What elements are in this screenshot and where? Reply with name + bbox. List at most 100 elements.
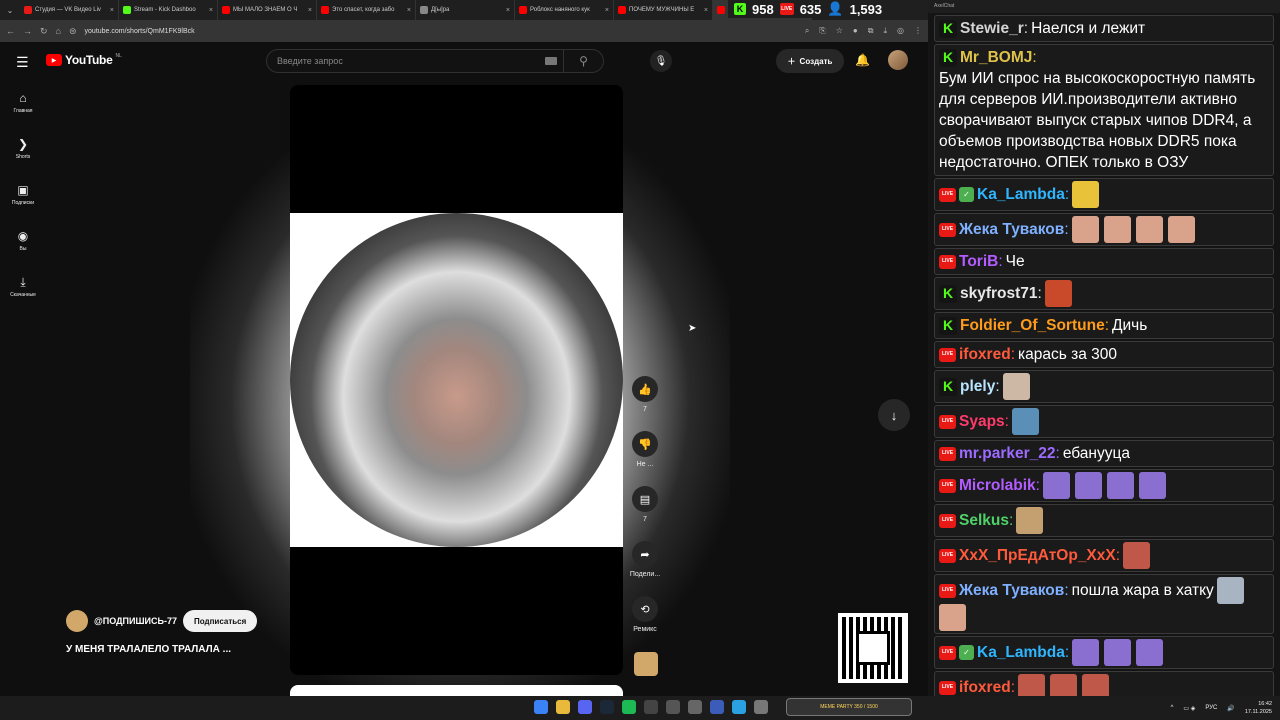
steam-icon[interactable] xyxy=(600,700,614,714)
close-icon[interactable]: × xyxy=(110,7,114,14)
chat-emote xyxy=(1071,216,1099,243)
cast-icon[interactable]: ⎘ xyxy=(819,26,825,36)
chat-username[interactable]: mr.parker_22 xyxy=(959,443,1056,464)
next-video-arrow-icon[interactable]: ↓ xyxy=(878,399,910,431)
share-button[interactable]: ➦ Подели... xyxy=(630,541,660,578)
create-button[interactable]: ＋ Создать xyxy=(776,49,844,73)
app-icon[interactable] xyxy=(710,700,724,714)
close-icon[interactable]: × xyxy=(704,7,708,14)
close-icon[interactable]: × xyxy=(209,7,213,14)
telegram-icon[interactable] xyxy=(732,700,746,714)
sidebar-item[interactable]: ◉ Вы xyxy=(0,218,46,264)
sidebar-item[interactable]: ❯ Shorts xyxy=(0,126,46,172)
close-icon[interactable]: × xyxy=(605,7,609,14)
app-icon[interactable] xyxy=(666,700,680,714)
close-icon[interactable]: × xyxy=(407,7,411,14)
sidebar-item[interactable]: ⤓ Скачанные xyxy=(0,264,46,310)
share-label: Подели... xyxy=(629,571,661,578)
subscriptions-icon: ▣ xyxy=(17,183,29,197)
tray-icons[interactable]: ▭ ◈ xyxy=(1183,705,1195,712)
bell-icon[interactable]: 🔔 xyxy=(855,53,870,67)
chat-text: карась за 300 xyxy=(1018,346,1118,363)
browser-tab[interactable]: Stream - Kick Dashboo × xyxy=(119,0,218,20)
chat-separator: : xyxy=(1064,221,1069,238)
chat-username[interactable]: Syaps xyxy=(959,411,1005,432)
sidebar-item[interactable]: ⌂ Главная xyxy=(0,80,46,126)
zoom-icon[interactable]: ⌕ xyxy=(805,26,809,36)
browser-tab[interactable]: Д[ы]ра × xyxy=(416,0,515,20)
comments-button[interactable]: ▤ 7 xyxy=(630,486,660,523)
chat-username[interactable]: ifoxred xyxy=(959,344,1011,365)
app-icon[interactable] xyxy=(688,700,702,714)
menu-icon[interactable]: ☰ xyxy=(16,54,29,71)
browser-tab[interactable]: МЫ МАЛО ЗНАЕМ О Ч × xyxy=(218,0,317,20)
download-icon[interactable]: ⤓ xyxy=(883,26,887,36)
chat-username[interactable]: Жека Туваков xyxy=(959,580,1064,601)
sidebar-item-label: Shorts xyxy=(15,154,31,160)
search-input[interactable]: Введите запрос ⚲ xyxy=(266,49,604,73)
keyboard-icon[interactable] xyxy=(545,57,557,65)
chat-username[interactable]: Жека Туваков xyxy=(959,219,1064,240)
dislike-button[interactable]: 👎 Не ... xyxy=(630,431,660,468)
avatar[interactable] xyxy=(888,50,908,70)
youtube-page: ☰ ▶ YouTube NL Введите запрос ⚲ 🎙 ＋ Созд… xyxy=(0,42,928,702)
tab-search-icon[interactable]: ⌄ xyxy=(0,0,20,20)
youtube-logo[interactable]: ▶ YouTube NL xyxy=(46,53,122,67)
spotify-icon[interactable] xyxy=(622,700,636,714)
chat-username[interactable]: Microlabik xyxy=(959,475,1036,496)
start-icon[interactable] xyxy=(534,700,548,714)
extension-icon[interactable]: ● xyxy=(853,26,858,36)
sound-avatar[interactable] xyxy=(634,652,658,676)
language-indicator[interactable]: РУС xyxy=(1205,705,1217,711)
app-icon[interactable] xyxy=(754,700,768,714)
close-icon[interactable]: × xyxy=(308,7,312,14)
browser-tab[interactable]: Роблокс наняного кук × xyxy=(515,0,614,20)
home-icon[interactable]: ⌂ xyxy=(56,26,61,36)
search-icon[interactable]: ⚲ xyxy=(563,49,603,73)
menu-icon[interactable]: ⋮ xyxy=(914,26,922,36)
chat-username[interactable]: XxX_ПрЕдАтОр_XxX xyxy=(959,545,1116,566)
remix-button[interactable]: ⟲ Ремикс xyxy=(630,596,660,633)
clock[interactable]: 16:42 17.11.2025 xyxy=(1245,700,1272,716)
chat-username[interactable]: Mr_BOMJ xyxy=(960,47,1032,68)
create-label: Создать xyxy=(799,56,833,66)
puzzle-icon[interactable]: ⧉ xyxy=(868,26,874,36)
profile-icon[interactable]: ◎ xyxy=(897,26,904,36)
chat-text: пошла жара в хатку xyxy=(1071,582,1214,599)
chevron-up-icon[interactable]: ^ xyxy=(1171,705,1174,711)
chat-emote xyxy=(1074,472,1102,499)
shorts-video-player[interactable] xyxy=(290,85,623,675)
microphone-icon[interactable]: 🎙 xyxy=(650,50,672,72)
browser-tab[interactable]: Студия — VK Видео Liv × xyxy=(20,0,119,20)
chat-username[interactable]: Foldier_Of_Sortune xyxy=(960,315,1105,336)
bookmark-icon[interactable]: ☆ xyxy=(836,26,843,36)
chat-username[interactable]: Ka_Lambda xyxy=(977,642,1065,663)
sidebar-item[interactable]: ▣ Подписки xyxy=(0,172,46,218)
forward-icon[interactable]: → xyxy=(23,26,32,36)
reload-icon[interactable]: ↻ xyxy=(40,26,48,37)
close-icon[interactable]: × xyxy=(506,7,510,14)
volume-icon[interactable]: 🔊 xyxy=(1227,705,1234,712)
chat-username[interactable]: Selkus xyxy=(959,510,1009,531)
chat-username[interactable]: ifoxred xyxy=(959,677,1011,698)
chat-window-title: AxelChat xyxy=(928,0,1280,13)
chat-username[interactable]: skyfrost71 xyxy=(960,283,1038,304)
obs-icon[interactable] xyxy=(644,700,658,714)
like-button[interactable]: 👍 7 xyxy=(630,376,660,413)
chat-username[interactable]: Ka_Lambda xyxy=(977,184,1065,205)
chat-username[interactable]: ToriB xyxy=(959,251,998,272)
chat-username[interactable]: Stewie_r xyxy=(960,18,1024,39)
discord-icon[interactable] xyxy=(578,700,592,714)
video-title[interactable]: У МЕНЯ ТРАЛАЛЕЛО ТРАЛАЛА ... xyxy=(66,644,231,655)
chrome-icon[interactable] xyxy=(556,700,570,714)
chat-message: K Mr_BOMJ: Бум ИИ спрос на высокоскоростну… xyxy=(934,44,1274,176)
url-field[interactable]: youtube.com/shorts/QmM1FK9lBck xyxy=(85,28,797,35)
subscribe-button[interactable]: Подписаться xyxy=(182,610,258,632)
channel-name[interactable]: @ПОДПИШИСЬ-77 xyxy=(94,616,177,626)
browser-tab[interactable]: ПОЧЕМУ МУЖЧИНЫ Е × xyxy=(614,0,713,20)
back-icon[interactable]: ← xyxy=(6,26,15,36)
browser-tab[interactable]: Это спасет, когда забо × xyxy=(317,0,416,20)
chat-username[interactable]: plely xyxy=(960,376,995,397)
channel-avatar[interactable] xyxy=(66,610,88,632)
site-info-icon[interactable]: ⊜ xyxy=(69,26,77,37)
